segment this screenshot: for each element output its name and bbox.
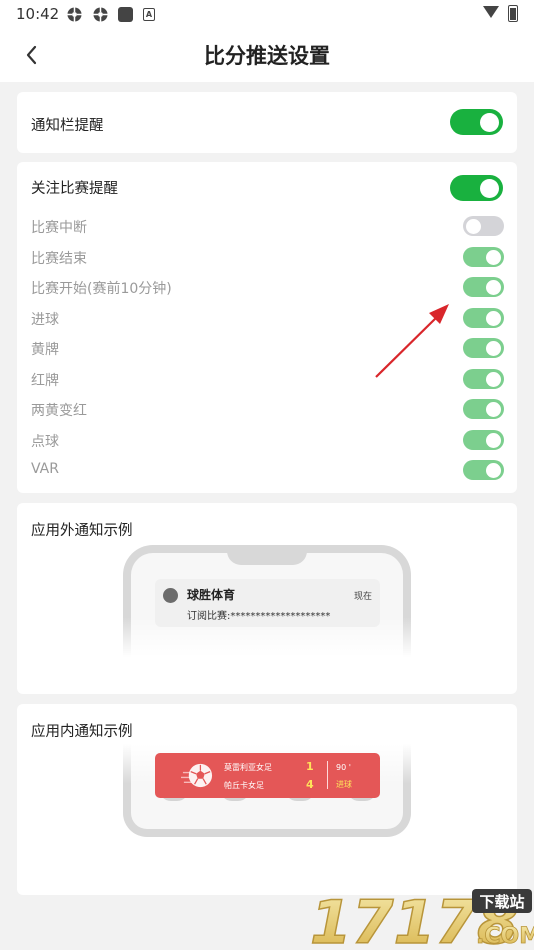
- aperture-icon: [93, 7, 108, 22]
- notification-app-name: 球胜体育: [187, 588, 236, 602]
- inside-example-title: 应用内通知示例: [31, 724, 133, 740]
- event-label-red: 红牌: [31, 373, 59, 389]
- score-divider: [327, 761, 328, 789]
- status-time: 10:42: [16, 5, 60, 23]
- toggle-yellow[interactable]: [463, 338, 504, 358]
- outside-notification-card: 应用外通知示例 球胜体育 现在 订阅比赛:*******************…: [17, 503, 517, 694]
- notification-time: 现在: [353, 592, 372, 602]
- follow-match-card: 关注比赛提醒 比赛中断 比赛结束 比赛开始(赛前10分钟) 进球 黄牌 红牌 两…: [17, 162, 517, 493]
- a-badge-icon: A: [143, 8, 155, 21]
- header: 比分推送设置: [0, 28, 534, 82]
- event-label-penalty: 点球: [31, 434, 59, 450]
- away-team: 帕丘卡女足: [224, 781, 264, 790]
- inside-notification-card: 应用内通知示例 莫雷利亚女足 帕丘卡女足 1 4 90 ' 进球: [17, 704, 517, 895]
- toggle-var[interactable]: [463, 460, 504, 480]
- watermark-site-label: 下载站: [479, 893, 524, 911]
- follow-match-toggle[interactable]: [450, 175, 503, 201]
- notify-bar-card: 通知栏提醒: [17, 92, 517, 153]
- soccer-ball-icon: [181, 763, 213, 788]
- app-square-icon: [118, 7, 133, 22]
- system-notification: 球胜体育 现在 订阅比赛:********************: [155, 579, 380, 627]
- home-score: 1: [306, 760, 314, 773]
- event-label-start: 比赛开始(赛前10分钟): [31, 281, 172, 297]
- event-label-end: 比赛结束: [31, 251, 87, 267]
- toggle-end[interactable]: [463, 247, 504, 267]
- event-label-second-yellow: 两黄变红: [31, 403, 87, 419]
- watermark-domain: .COM: [476, 924, 534, 949]
- toggle-penalty[interactable]: [463, 430, 504, 450]
- status-bar: 10:42 A: [0, 0, 534, 28]
- aperture-icon: [67, 7, 82, 22]
- match-minute: 90 ': [336, 763, 351, 772]
- in-app-match-notification: 莫雷利亚女足 帕丘卡女足 1 4 90 ' 进球: [155, 753, 380, 798]
- watermark-logo: 17178 下载站 .COM: [310, 887, 534, 950]
- event-label-goal: 进球: [31, 312, 59, 328]
- page-title: 比分推送设置: [204, 44, 330, 68]
- toggle-red[interactable]: [463, 369, 504, 389]
- phone-notch: [227, 545, 307, 565]
- home-team: 莫雷利亚女足: [224, 763, 272, 772]
- battery-icon: [508, 5, 518, 22]
- event-label-yellow: 黄牌: [31, 342, 59, 358]
- toggle-goal[interactable]: [463, 308, 504, 328]
- wifi-icon: [483, 6, 499, 18]
- outside-example-title: 应用外通知示例: [31, 523, 133, 539]
- event-label-var: VAR: [31, 461, 59, 477]
- toggle-second-yellow[interactable]: [463, 399, 504, 419]
- follow-match-label: 关注比赛提醒: [31, 181, 118, 197]
- app-avatar-icon: [163, 588, 178, 603]
- event-label-interrupt: 比赛中断: [31, 220, 87, 236]
- notification-text: 订阅比赛:********************: [187, 611, 331, 622]
- notify-bar-toggle[interactable]: [450, 109, 503, 135]
- event-goal-label: 进球: [336, 780, 352, 789]
- notify-bar-label: 通知栏提醒: [31, 118, 104, 134]
- away-score: 4: [306, 778, 314, 791]
- toggle-start[interactable]: [463, 277, 504, 297]
- toggle-interrupt[interactable]: [463, 216, 504, 236]
